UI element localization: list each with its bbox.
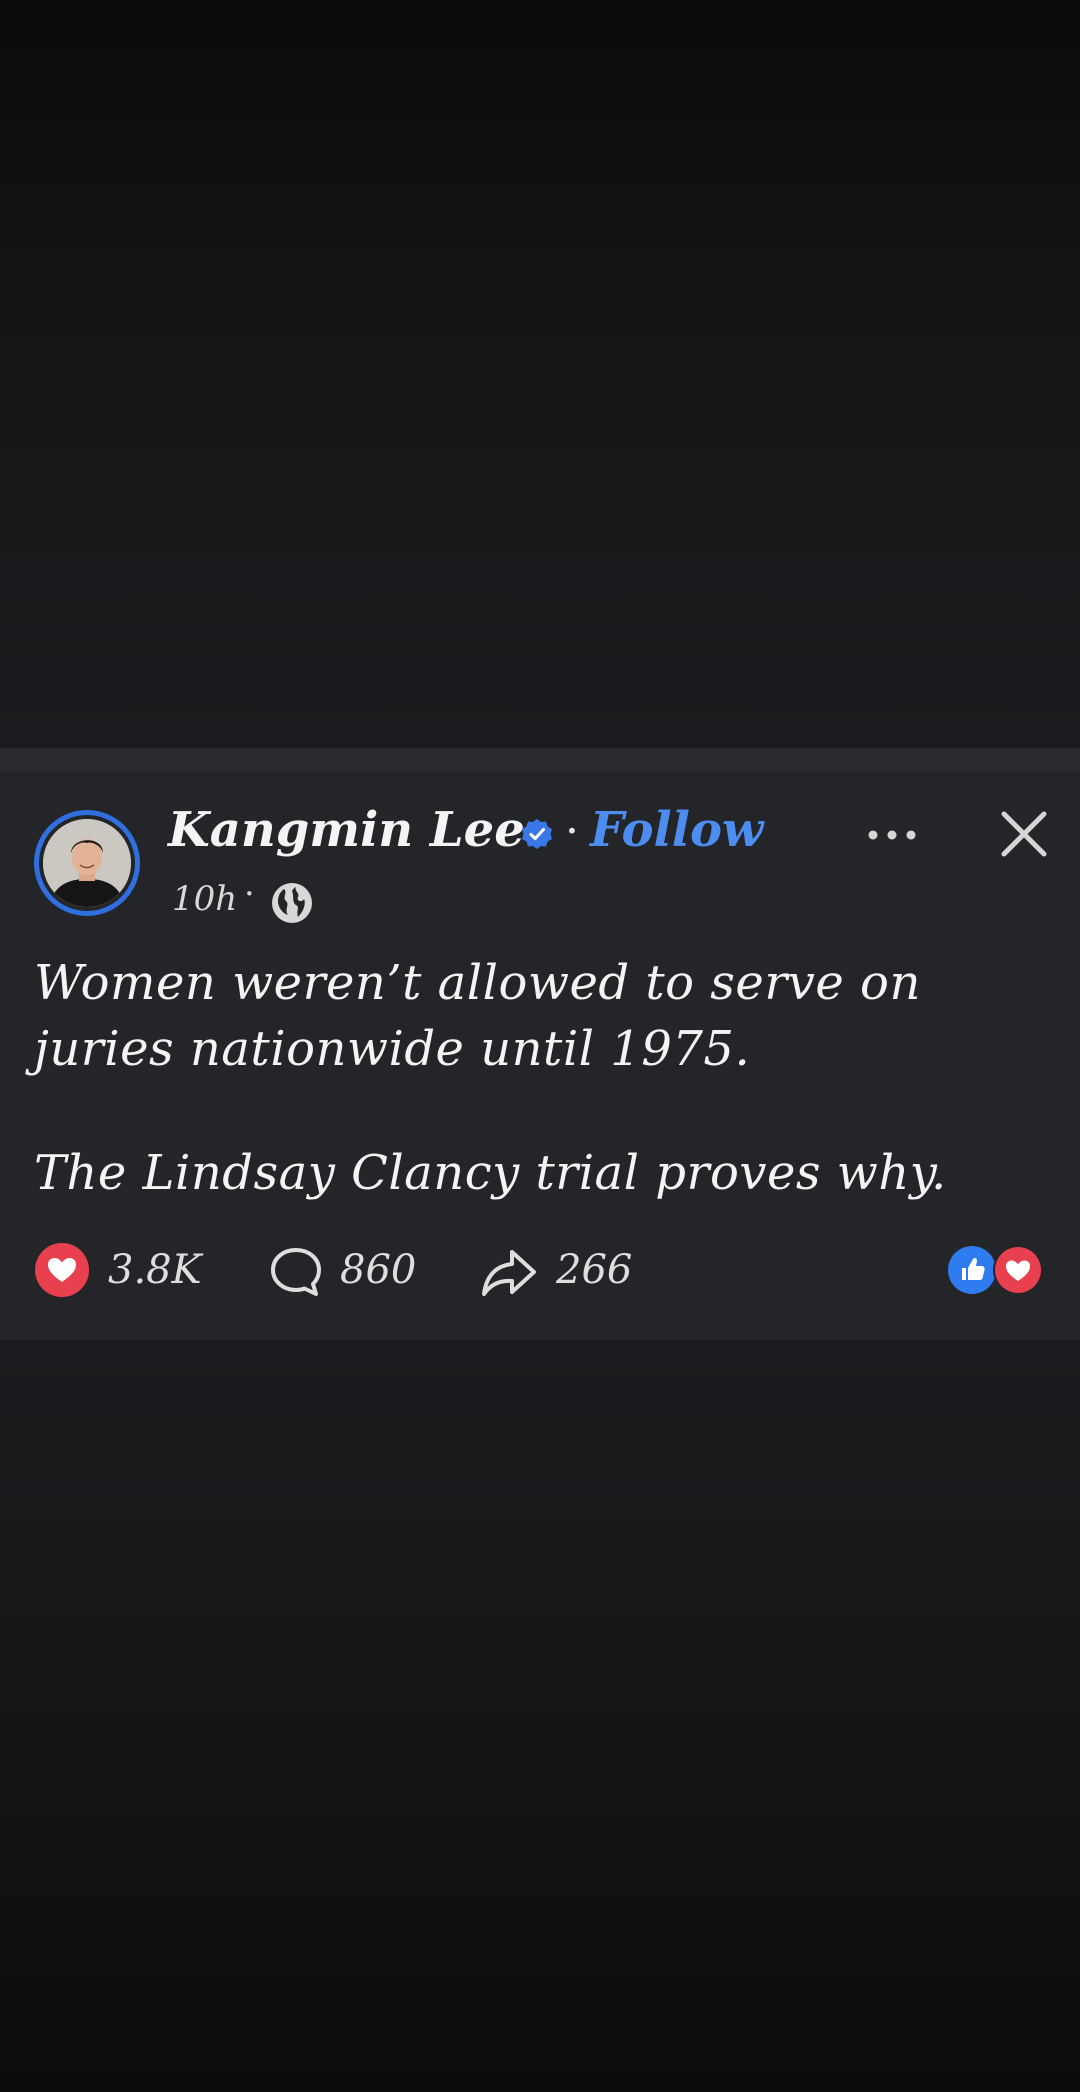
- post-timestamp[interactable]: 10h: [172, 877, 237, 921]
- avatar-photo: [43, 819, 131, 907]
- love-icon: [993, 1245, 1043, 1295]
- globe-icon: [272, 883, 312, 923]
- close-icon[interactable]: [998, 808, 1050, 860]
- follow-button[interactable]: Follow: [590, 800, 763, 860]
- header-separator: ·: [565, 806, 579, 857]
- comment-count[interactable]: 860: [340, 1242, 416, 1298]
- verified-badge-icon: [522, 819, 552, 849]
- like-icon: [948, 1246, 996, 1294]
- comment-bubble-icon[interactable]: [268, 1244, 324, 1300]
- author-name[interactable]: Kangmin Lee: [168, 800, 525, 860]
- more-options-icon[interactable]: [862, 820, 922, 850]
- heart-icon[interactable]: [34, 1242, 90, 1298]
- post-top-divider: [0, 748, 1080, 772]
- reaction-summary[interactable]: [946, 1244, 1046, 1296]
- author-avatar[interactable]: [34, 810, 140, 916]
- reaction-count[interactable]: 3.8K: [108, 1242, 202, 1298]
- share-arrow-icon[interactable]: [480, 1244, 538, 1300]
- post-text-line: juries nationwide until 1975.: [34, 1021, 751, 1077]
- timestamp-separator: ·: [244, 874, 255, 914]
- share-count[interactable]: 266: [556, 1242, 632, 1298]
- post-body: Women weren’t allowed to serve on juries…: [34, 950, 1044, 1206]
- post-text-line: Women weren’t allowed to serve on: [34, 955, 921, 1011]
- post-text-line: The Lindsay Clancy trial proves why.: [34, 1145, 947, 1201]
